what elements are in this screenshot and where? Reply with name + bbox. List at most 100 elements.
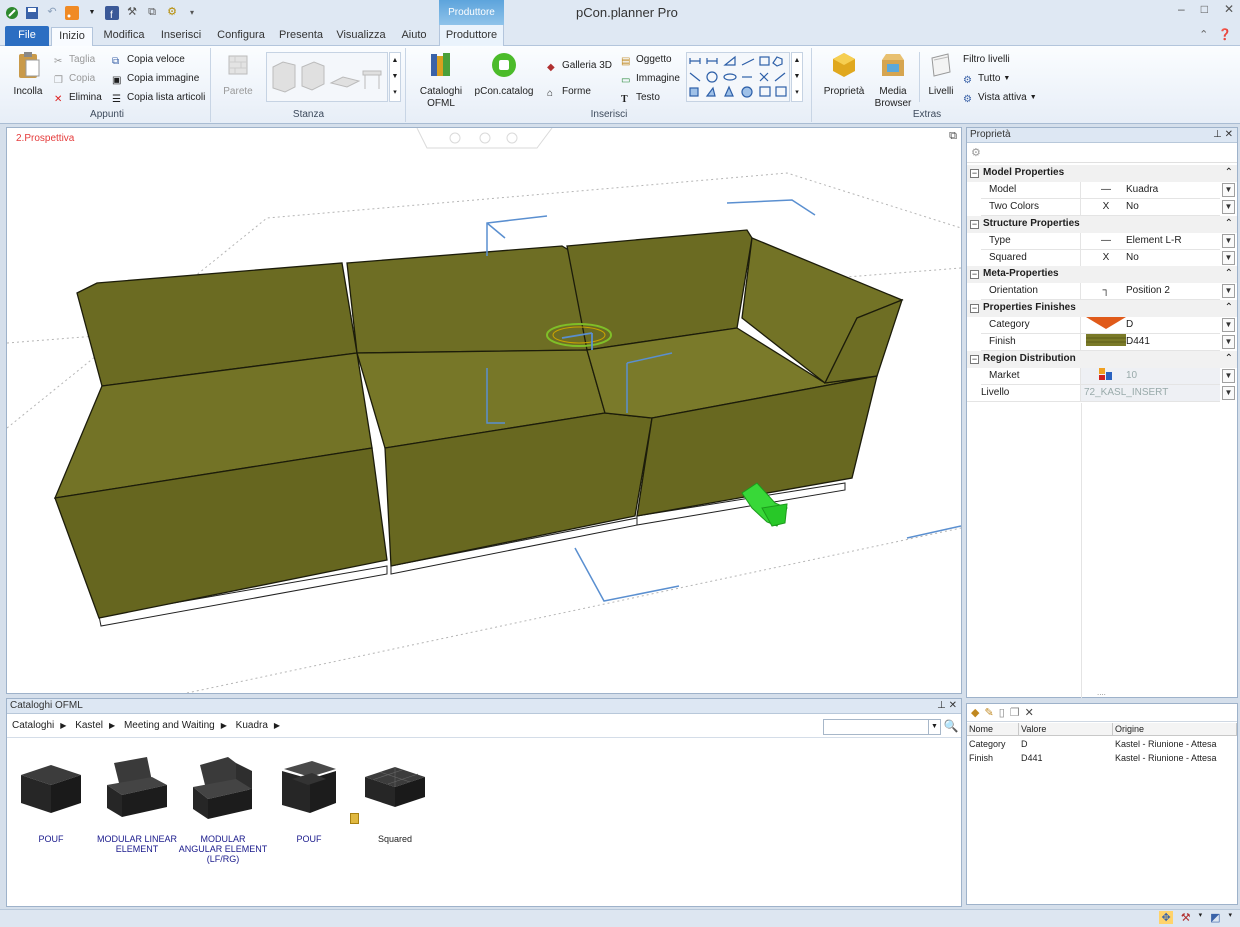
collapse-section-icon[interactable]: ⌃	[1225, 300, 1233, 316]
new-icon[interactable]: ▯	[999, 706, 1005, 719]
tab-configura[interactable]: Configura	[213, 27, 269, 46]
active-view-dropdown[interactable]: ⚙ Vista attiva ▼	[963, 90, 1037, 106]
cut-button[interactable]: ✂ Taglia	[54, 52, 95, 68]
property-value[interactable]: No	[1123, 250, 1220, 267]
breadcrumb-item[interactable]: Meeting and Waiting	[124, 720, 215, 731]
drawing-tools-gallery[interactable]	[686, 52, 790, 102]
maximize-button[interactable]: □	[1201, 2, 1208, 16]
collapse-section-icon[interactable]: ⌃	[1225, 216, 1233, 232]
tab-produttore[interactable]: Produttore	[439, 25, 504, 46]
tab-aiuto[interactable]: Aiuto	[396, 27, 432, 46]
breadcrumb-arrow-icon[interactable]: ▶	[274, 721, 280, 730]
pin-close-icons[interactable]: ⊥ ✕	[1213, 128, 1233, 142]
property-row[interactable]: Livello 72_KASL_INSERT ▼	[967, 384, 1237, 402]
tab-inserisci[interactable]: Inserisci	[156, 27, 206, 46]
breadcrumb-arrow-icon[interactable]: ▶	[109, 721, 115, 730]
move-tool-icon[interactable]: ✥	[1159, 911, 1173, 924]
pcon-catalog-button[interactable]: pCon.catalog	[471, 50, 537, 98]
tab-modifica[interactable]: Modifica	[98, 27, 150, 46]
splitter-grip[interactable]: ....	[1097, 688, 1106, 697]
catalog-item[interactable]: POUF	[264, 753, 354, 844]
collapse-toggle-icon[interactable]: −	[970, 169, 979, 178]
property-row[interactable]: Category D ▼	[967, 317, 1237, 335]
dropdown-arrow-icon[interactable]: ▼	[84, 5, 100, 21]
catalog-item[interactable]: MODULAR LINEAR ELEMENT	[92, 753, 182, 854]
tools-icon[interactable]: ⚒	[124, 5, 140, 21]
chevron-down-icon[interactable]: ▼	[1222, 199, 1235, 214]
gallery-scroll[interactable]: ▲ ▼ ▾	[389, 52, 401, 102]
layers-button[interactable]: Livelli	[923, 50, 959, 98]
delete-button[interactable]: ✕ Elimina	[54, 90, 102, 106]
column-header-nome[interactable]: Nome	[967, 723, 1019, 736]
collapse-toggle-icon[interactable]: −	[970, 304, 979, 314]
tab-inizio[interactable]: Inizio	[51, 27, 93, 47]
chevron-down-icon[interactable]: ▼	[1222, 250, 1235, 265]
pin-close-icons[interactable]: ⊥ ✕	[937, 699, 957, 713]
copy-icon[interactable]: ❐	[1010, 706, 1020, 719]
breadcrumb-arrow-icon[interactable]: ▶	[221, 721, 227, 730]
property-section[interactable]: − Properties Finishes ⌃	[967, 300, 1237, 318]
paint-icon[interactable]: ✎	[984, 706, 993, 719]
viewport-restore-icon[interactable]: ⧉	[949, 130, 957, 143]
property-value[interactable]: 10	[1123, 367, 1220, 385]
property-row[interactable]: Market 10 ▼	[967, 367, 1237, 385]
all-layers-dropdown[interactable]: ⚙ Tutto ▼	[963, 71, 1010, 87]
3d-viewport[interactable]: 2.Prospettiva ⧉	[6, 127, 962, 694]
property-value[interactable]: Position 2	[1123, 283, 1220, 301]
image-button[interactable]: ▭ Immagine	[621, 71, 680, 87]
column-header-valore[interactable]: Valore	[1019, 723, 1113, 736]
property-row[interactable]: Model — Kuadra ▼	[967, 181, 1237, 199]
room-gallery[interactable]	[266, 52, 388, 102]
collapse-toggle-icon[interactable]: −	[970, 270, 979, 280]
chevron-down-icon[interactable]: ▼	[1222, 233, 1235, 248]
undo-icon[interactable]: ↶	[44, 5, 60, 21]
collapse-toggle-icon[interactable]: −	[970, 219, 979, 229]
view-mode-icon[interactable]: ◩	[1210, 911, 1220, 924]
collapse-section-icon[interactable]: ⌃	[1225, 266, 1233, 282]
gear-icon[interactable]: ⚙	[971, 147, 981, 159]
search-icon[interactable]: 🔍	[943, 719, 959, 735]
properties-button[interactable]: Proprietà	[821, 50, 867, 98]
search-dropdown-icon[interactable]: ▼	[928, 720, 940, 734]
chevron-down-icon[interactable]: ▼	[1222, 385, 1235, 400]
3d-gallery-button[interactable]: ◆ Galleria 3D	[547, 58, 612, 74]
delete-icon[interactable]: ✕	[1025, 706, 1034, 719]
save-icon[interactable]	[24, 5, 40, 21]
collapse-section-icon[interactable]: ⌃	[1225, 351, 1233, 367]
property-section[interactable]: − Region Distribution ⌃	[967, 350, 1237, 368]
tab-file[interactable]: File	[5, 26, 49, 46]
window-icon[interactable]: ⧉	[144, 5, 160, 21]
copy-article-list-button[interactable]: ☰ Copia lista articoli	[112, 90, 205, 106]
property-value[interactable]: D	[1123, 317, 1220, 335]
chevron-down-icon[interactable]: ▼	[1222, 335, 1235, 349]
drawing-gallery-scroll[interactable]: ▲ ▼ ▾	[791, 52, 803, 102]
tab-presenta[interactable]: Presenta	[276, 27, 326, 46]
ofml-catalogs-button[interactable]: Cataloghi OFML	[415, 50, 467, 110]
column-header-origine[interactable]: Origine	[1113, 723, 1237, 736]
copy-image-button[interactable]: ▣ Copia immagine	[112, 71, 199, 87]
text-button[interactable]: T Testo	[621, 90, 660, 106]
property-row[interactable]: Squared X No ▼	[967, 249, 1237, 267]
shapes-button[interactable]: ⌂ Forme	[547, 84, 591, 100]
wall-button[interactable]: Parete	[218, 50, 258, 98]
copy-button[interactable]: ❐ Copia	[54, 71, 95, 87]
cube-icon[interactable]: ◆	[971, 706, 979, 719]
breadcrumb-item[interactable]: Cataloghi	[12, 720, 54, 731]
breadcrumb-item[interactable]: Kuadra	[236, 720, 268, 731]
property-row[interactable]: Orientation ┐ Position 2 ▼	[967, 283, 1237, 301]
property-value[interactable]: D441	[1123, 334, 1220, 351]
minimize-button[interactable]: –	[1178, 2, 1185, 16]
property-row[interactable]: Finish D441 ▼	[967, 334, 1237, 351]
property-value[interactable]: Kuadra	[1123, 182, 1220, 199]
object-button[interactable]: ▤ Oggetto	[621, 52, 672, 68]
property-row[interactable]: Type — Element L-R ▼	[967, 232, 1237, 250]
breadcrumb-item[interactable]: Kastel	[75, 720, 103, 731]
customize-icon[interactable]: ▾	[184, 5, 200, 21]
tab-visualizza[interactable]: Visualizza	[333, 27, 389, 46]
facebook-icon[interactable]: f	[104, 5, 120, 21]
close-button[interactable]: ✕	[1224, 2, 1234, 16]
chevron-down-icon[interactable]: ▼	[1222, 182, 1235, 197]
catalog-item[interactable]: MODULAR ANGULAR ELEMENT (LF/RG)	[178, 753, 268, 864]
property-section[interactable]: − Meta-Properties ⌃	[967, 266, 1237, 284]
property-row[interactable]: Two Colors X No ▼	[967, 198, 1237, 216]
